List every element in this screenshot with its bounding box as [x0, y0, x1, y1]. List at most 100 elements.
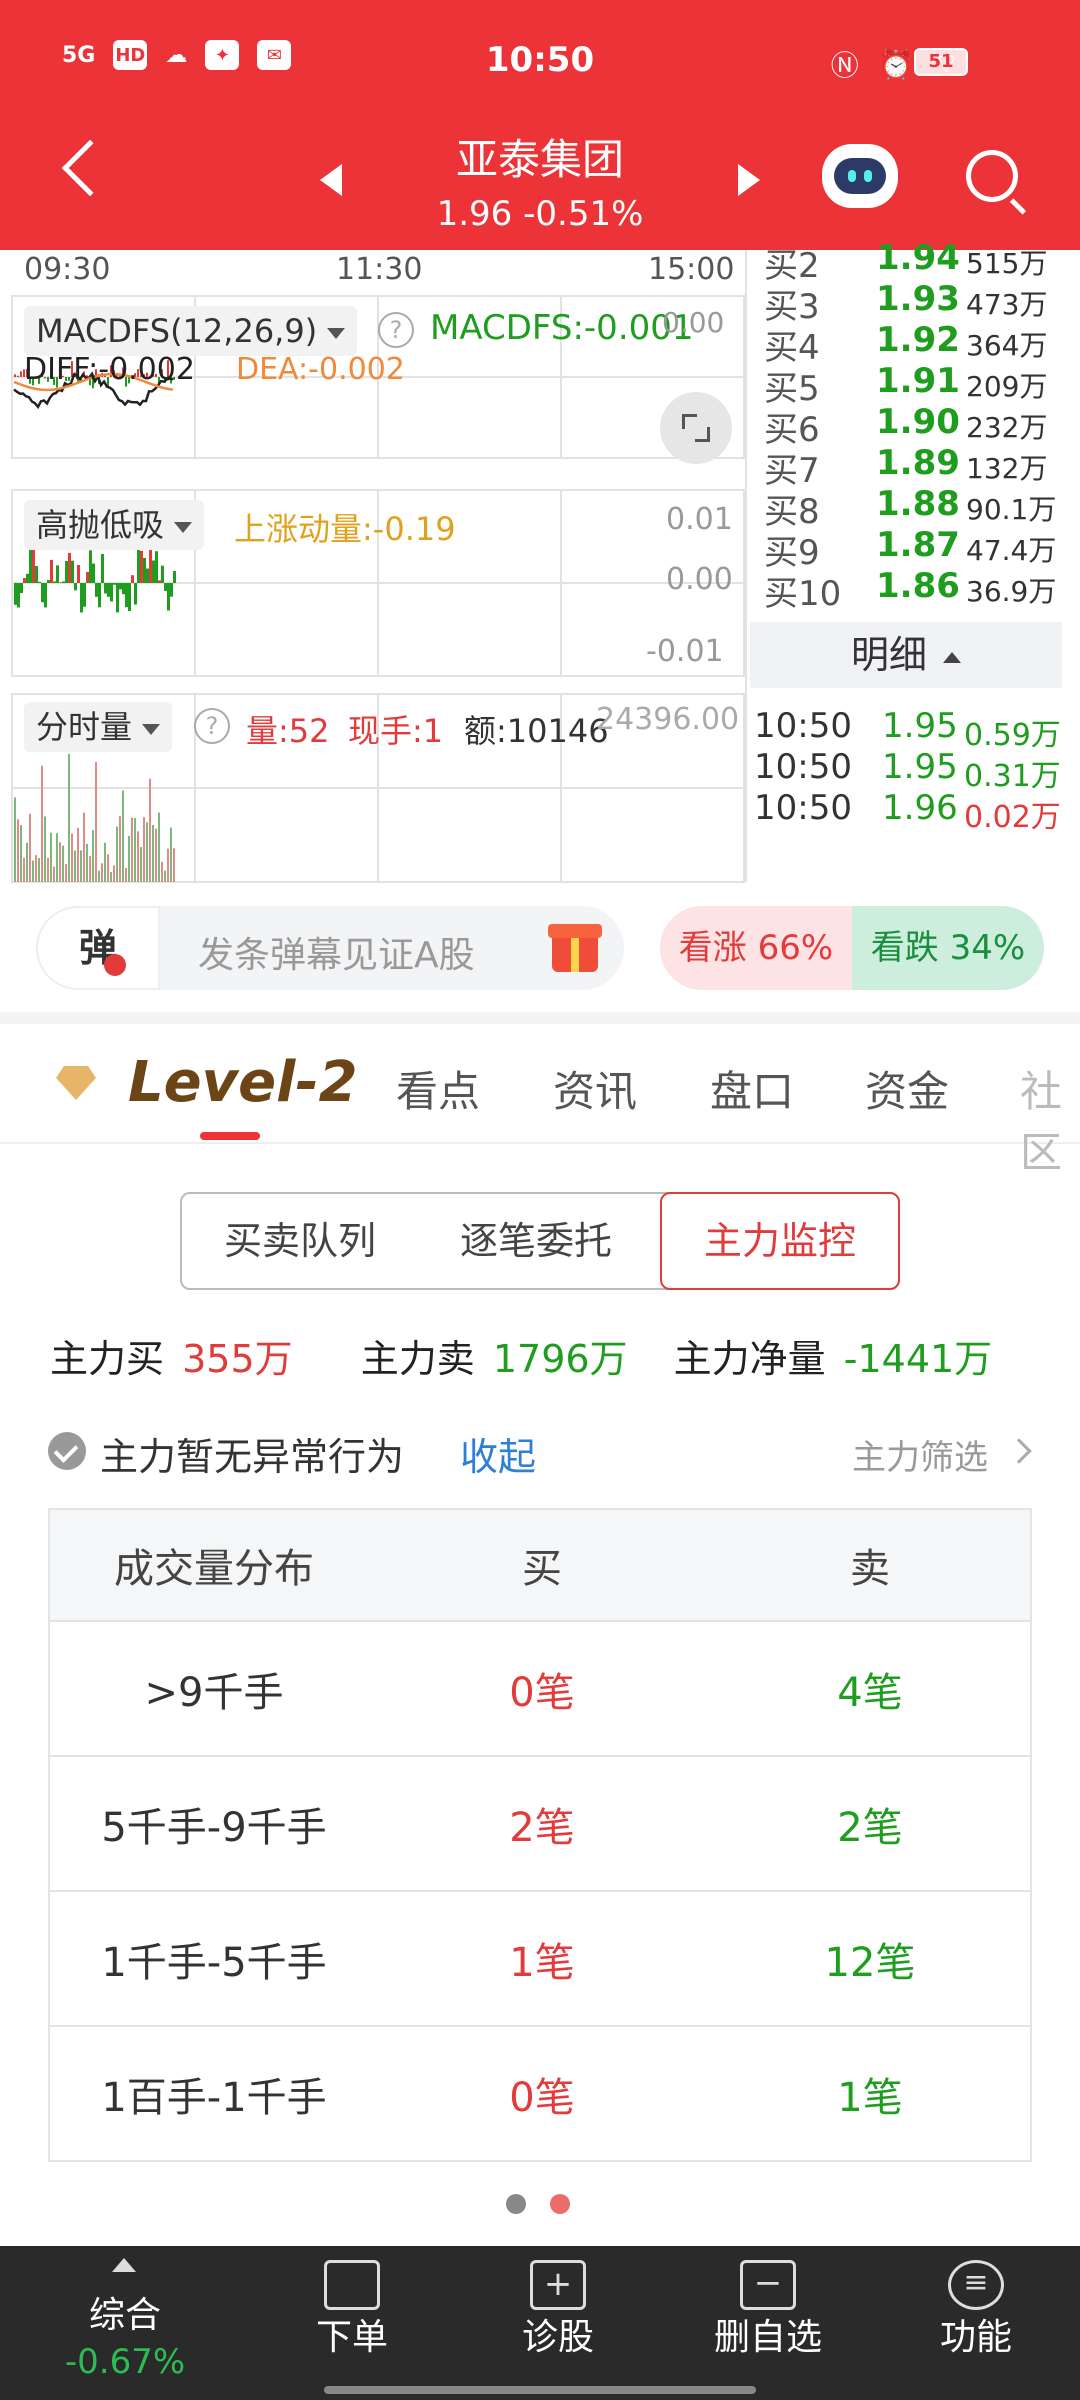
volume-bar	[107, 854, 109, 882]
ggdx-indicator-select[interactable]: 高抛低吸	[24, 500, 205, 550]
order-book-row[interactable]: 买7 1.89 132万	[764, 443, 1064, 491]
amount-value: 额:10146	[464, 712, 609, 750]
alarm-icon: ⏰	[878, 47, 914, 81]
ggdx-bar	[167, 583, 170, 611]
volume-bar	[158, 812, 160, 882]
expand-up-icon[interactable]	[112, 2258, 136, 2272]
order-book-row[interactable]: 买9 1.87 47.4万	[764, 525, 1064, 573]
page-dot-active[interactable]	[550, 2194, 570, 2214]
ggdx-bar	[140, 550, 143, 583]
ggdx-bar	[68, 552, 71, 583]
menu-circle-icon: ≡	[948, 2260, 1004, 2310]
active-tab-indicator	[200, 1132, 260, 1140]
danmaku-input[interactable]: 弹 发条弹幕见证A股	[36, 906, 624, 990]
volume-indicator-select[interactable]: 分时量	[24, 702, 173, 752]
ggdx-bar	[32, 546, 35, 583]
bid-price: 1.86	[876, 566, 960, 606]
fullscreen-icon[interactable]	[660, 392, 732, 464]
chevron-right-icon[interactable]	[1006, 1438, 1032, 1464]
page-dot[interactable]	[506, 2194, 526, 2214]
vote-bullish-button[interactable]: 看涨 66%	[660, 906, 852, 990]
volume-bar	[125, 867, 127, 882]
help-icon[interactable]: ?	[378, 312, 414, 348]
time-axis-end: 15:00	[648, 252, 735, 287]
segment-tick-orders[interactable]: 逐笔委托	[418, 1194, 654, 1288]
header-buy: 买	[522, 1546, 562, 1592]
gift-icon[interactable]	[548, 924, 602, 972]
order-book-row[interactable]: 买3 1.93 473万	[764, 279, 1064, 327]
bid-volume: 132万	[966, 452, 1048, 485]
macd-indicator-name: MACDFS(12,26,9)	[36, 312, 318, 350]
order-book-row[interactable]: 买8 1.88 90.1万	[764, 484, 1064, 532]
volume-bar	[80, 850, 82, 882]
search-icon[interactable]	[966, 150, 1018, 202]
order-book-row[interactable]: 买5 1.91 209万	[764, 361, 1064, 409]
main-force-filter-link[interactable]: 主力筛选	[852, 1430, 988, 1479]
tick-time: 10:50	[754, 706, 852, 746]
next-stock-icon[interactable]	[738, 164, 760, 196]
volume-bar	[164, 870, 166, 882]
ggdx-bar	[104, 583, 107, 594]
volume-bar	[17, 819, 19, 882]
macd-indicator-select[interactable]: MACDFS(12,26,9)	[24, 306, 358, 356]
ggdx-bar	[170, 583, 173, 597]
ggdx-bar	[86, 571, 89, 583]
macd-bar	[20, 371, 22, 377]
segment-bid-ask-queue[interactable]: 买卖队列	[182, 1194, 418, 1288]
tab-news[interactable]: 资讯	[553, 1058, 637, 1119]
collapse-link[interactable]: 收起	[460, 1426, 536, 1481]
tab-order-book[interactable]: 盘口	[710, 1058, 794, 1119]
ggdx-indicator-name: 高抛低吸	[36, 506, 165, 544]
ggdx-bar	[83, 583, 86, 607]
momentum-value: 上涨动量:-0.19	[234, 510, 456, 548]
volume-bar	[53, 866, 55, 882]
bid-volume: 47.4万	[966, 534, 1057, 567]
bid-volume: 232万	[966, 411, 1048, 444]
ggdx-bar	[98, 583, 101, 608]
table-row: 1千手-5千手 1笔 12笔	[50, 1890, 1030, 2025]
header-distribution: 成交量分布	[114, 1546, 314, 1592]
ggdx-bar	[92, 563, 95, 583]
remove-watchlist-icon: −	[740, 2260, 796, 2310]
composite-index-label[interactable]: 综合	[40, 2286, 210, 2338]
tab-community[interactable]: 社区	[1020, 1058, 1080, 1180]
volume-bar	[23, 857, 25, 882]
home-indicator[interactable]	[324, 2386, 756, 2394]
ggdx-bar	[113, 583, 116, 585]
bid-volume: 473万	[966, 288, 1048, 321]
macd-axis-value: 0.00	[662, 306, 725, 339]
caret-up-icon	[943, 652, 961, 663]
help-icon[interactable]: ?	[194, 708, 230, 744]
nav-label: 下单	[315, 2317, 388, 2358]
segmented-control: 买卖队列 逐笔委托 主力监控	[180, 1192, 900, 1290]
segment-main-force-monitor[interactable]: 主力监控	[660, 1192, 900, 1290]
ggdx-bar	[119, 583, 122, 590]
tab-capital[interactable]: 资金	[865, 1058, 949, 1119]
order-book-row[interactable]: 买4 1.92 364万	[764, 320, 1064, 368]
macd-bar	[14, 374, 16, 377]
nav-remove-watchlist[interactable]: − 删自选	[668, 2246, 868, 2400]
ggdx-bar	[107, 583, 110, 597]
ggdx-bar	[89, 550, 92, 583]
order-book-row[interactable]: 买2 1.94 515万	[764, 238, 1064, 286]
chevron-down-icon	[174, 521, 193, 533]
volume-bar	[143, 817, 145, 882]
order-book-row[interactable]: 买10 1.86 36.9万	[764, 566, 1064, 614]
nav-place-order[interactable]: 下单	[252, 2246, 452, 2400]
vote-bearish-button[interactable]: 看跌 34%	[852, 906, 1044, 990]
order-book-row[interactable]: 买6 1.90 232万	[764, 402, 1064, 450]
nav-functions[interactable]: ≡ 功能	[876, 2246, 1076, 2400]
ggdx-bar	[47, 580, 50, 583]
bid-price: 1.93	[876, 279, 960, 319]
ai-assistant-icon[interactable]	[822, 144, 898, 208]
volume-bar	[86, 843, 88, 882]
tab-highlights[interactable]: 看点	[396, 1058, 480, 1119]
ggdx-bar	[101, 553, 104, 583]
sell-count-cell: 1笔	[837, 2074, 903, 2121]
table-row: >9千手 0笔 4笔	[50, 1620, 1030, 1755]
danmaku-toggle-icon[interactable]: 弹	[36, 906, 160, 990]
detail-header[interactable]: 明细	[750, 622, 1062, 688]
volume-bar	[74, 850, 76, 882]
nav-diagnose[interactable]: + 诊股	[458, 2246, 658, 2400]
tab-level2[interactable]: Level-2	[128, 1050, 358, 1115]
